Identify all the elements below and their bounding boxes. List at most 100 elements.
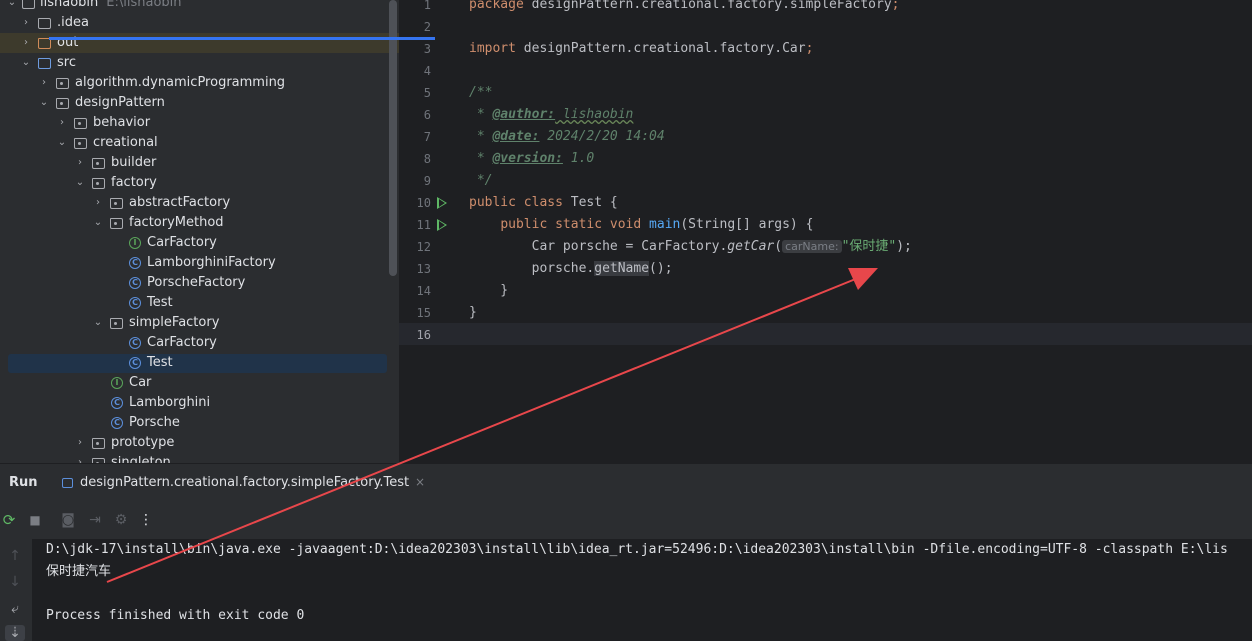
tree-item-label: Test <box>147 295 173 310</box>
console-program-output: 保时捷汽车 <box>46 564 112 579</box>
code-line-7: * @date: 2024/2/20 14:04 <box>469 129 665 144</box>
code-line-1: package designPattern.creational.factory… <box>469 0 900 12</box>
run-toolbar: ⟳ ■ ◙ ⇥ ⚙ ⋮ <box>0 503 1252 539</box>
tree-item-label: out <box>57 35 79 50</box>
line-number: 13 <box>416 262 431 276</box>
code-line-14: } <box>469 283 509 298</box>
tree-item-carfactory-interface[interactable]: I CarFactory <box>0 233 399 253</box>
stop-icon[interactable]: ■ <box>27 512 43 528</box>
console-side-toolbar: ↑ ↓ ⤶ ⇣ <box>0 539 32 641</box>
chevron-right-icon[interactable]: › <box>92 193 104 213</box>
line-number: 8 <box>423 152 431 166</box>
tree-item-carfactory-simple[interactable]: C CarFactory <box>0 333 399 353</box>
run-title: Run <box>9 475 38 490</box>
chevron-down-icon[interactable]: ⌄ <box>56 133 68 153</box>
project-panel: ⌄ lishaobin E:\lishaobin › .idea › out ⌄ … <box>0 0 399 463</box>
soft-wrap-icon[interactable]: ⤶ <box>7 601 23 617</box>
tree-item-abstractfactory[interactable]: › abstractFactory <box>0 193 399 213</box>
tree-item-designpattern[interactable]: ⌄ designPattern <box>0 93 399 113</box>
class-icon: C <box>129 337 141 349</box>
project-scrollbar[interactable] <box>389 0 397 276</box>
chevron-right-icon[interactable]: › <box>74 153 86 173</box>
package-icon <box>92 158 105 169</box>
tree-item-creational[interactable]: ⌄ creational <box>0 133 399 153</box>
line-number: 2 <box>423 20 431 34</box>
source-folder-icon <box>38 58 51 69</box>
tree-item-test-simple-selected[interactable]: C Test <box>0 353 399 373</box>
tree-item-factorymethod[interactable]: ⌄ factoryMethod <box>0 213 399 233</box>
line-number: 16 <box>416 328 431 342</box>
exit-icon[interactable]: ⇥ <box>87 512 103 528</box>
tree-item-label: algorithm.dynamicProgramming <box>75 75 286 90</box>
tree-item-label: builder <box>111 155 157 170</box>
settings-icon[interactable]: ⚙ <box>113 512 129 528</box>
tree-item-label: CarFactory <box>147 335 217 350</box>
console-exit-message: Process finished with exit code 0 <box>46 608 305 623</box>
class-icon: C <box>111 397 123 409</box>
package-icon <box>110 198 123 209</box>
tree-item-label: factory <box>111 175 157 190</box>
tree-item-out[interactable]: › out <box>0 33 399 53</box>
chevron-right-icon[interactable]: › <box>20 13 32 33</box>
tree-item-porsche[interactable]: C Porsche <box>0 413 399 433</box>
scroll-to-end-icon[interactable]: ⇣ <box>5 625 25 641</box>
line-number: 5 <box>423 86 431 100</box>
class-icon: C <box>129 257 141 269</box>
camera-icon[interactable]: ◙ <box>60 512 76 528</box>
tree-item-prototype[interactable]: › prototype <box>0 433 399 453</box>
tree-item-factory[interactable]: ⌄ factory <box>0 173 399 193</box>
tree-item-lamborghini[interactable]: C Lamborghini <box>0 393 399 413</box>
chevron-right-icon[interactable]: › <box>56 113 68 133</box>
chevron-right-icon[interactable]: › <box>74 433 86 453</box>
tree-item-singleton[interactable]: › singleton <box>0 453 399 463</box>
tree-item-car[interactable]: I Car <box>0 373 399 393</box>
arrow-up-icon[interactable]: ↑ <box>7 548 23 564</box>
line-number: 14 <box>416 284 431 298</box>
line-number: 9 <box>423 174 431 188</box>
tree-item-algorithm[interactable]: › algorithm.dynamicProgramming <box>0 73 399 93</box>
interface-icon: I <box>111 377 123 389</box>
package-icon <box>74 138 87 149</box>
tree-item-lamborghinifactory[interactable]: C LamborghiniFactory <box>0 253 399 273</box>
code-line-5: /** <box>469 85 493 100</box>
class-icon: C <box>129 297 141 309</box>
run-config-tab[interactable]: designPattern.creational.factory.simpleF… <box>49 464 435 504</box>
tree-root[interactable]: ⌄ lishaobin E:\lishaobin <box>0 0 399 13</box>
tree-item-porschefactory[interactable]: C PorscheFactory <box>0 273 399 293</box>
arrow-down-icon[interactable]: ↓ <box>7 574 23 590</box>
chevron-right-icon[interactable]: › <box>38 73 50 93</box>
class-icon: C <box>129 277 141 289</box>
chevron-down-icon[interactable]: ⌄ <box>20 53 32 73</box>
more-icon[interactable]: ⋮ <box>138 512 154 528</box>
tree-item-builder[interactable]: › builder <box>0 153 399 173</box>
chevron-down-icon[interactable]: ⌄ <box>6 0 18 13</box>
chevron-right-icon[interactable]: › <box>74 453 86 463</box>
line-number: 11 <box>416 218 431 232</box>
package-icon <box>92 438 105 449</box>
chevron-right-icon[interactable]: › <box>20 33 32 53</box>
line-number: 3 <box>423 42 431 56</box>
tree-item-src[interactable]: ⌄ src <box>0 53 399 73</box>
tree-item-label: CarFactory <box>147 235 217 250</box>
code-line-9: */ <box>469 173 493 188</box>
tree-item-simplefactory[interactable]: ⌄ simpleFactory <box>0 313 399 333</box>
chevron-down-icon[interactable]: ⌄ <box>38 93 50 113</box>
code-line-13: porsche.getName(); <box>531 261 673 276</box>
rerun-icon[interactable]: ⟳ <box>1 512 17 528</box>
close-icon[interactable]: × <box>415 475 425 489</box>
tree-item-behavior[interactable]: › behavior <box>0 113 399 133</box>
tree-item-idea[interactable]: › .idea <box>0 13 399 33</box>
chevron-down-icon[interactable]: ⌄ <box>74 173 86 193</box>
line-number: 6 <box>423 108 431 122</box>
run-class-icon[interactable] <box>437 197 447 209</box>
chevron-down-icon[interactable]: ⌄ <box>92 213 104 233</box>
code-line-8: * @version: 1.0 <box>469 151 595 166</box>
tree-item-test-factorymethod[interactable]: C Test <box>0 293 399 313</box>
root-label: lishaobin <box>40 0 99 10</box>
parameter-hint: carName: <box>782 240 842 253</box>
tree-item-label: PorscheFactory <box>147 275 246 290</box>
chevron-down-icon[interactable]: ⌄ <box>92 313 104 333</box>
run-main-icon[interactable] <box>437 219 447 231</box>
run-tool-window-header: Run designPattern.creational.factory.sim… <box>0 463 1252 503</box>
line-number: 1 <box>423 0 431 12</box>
